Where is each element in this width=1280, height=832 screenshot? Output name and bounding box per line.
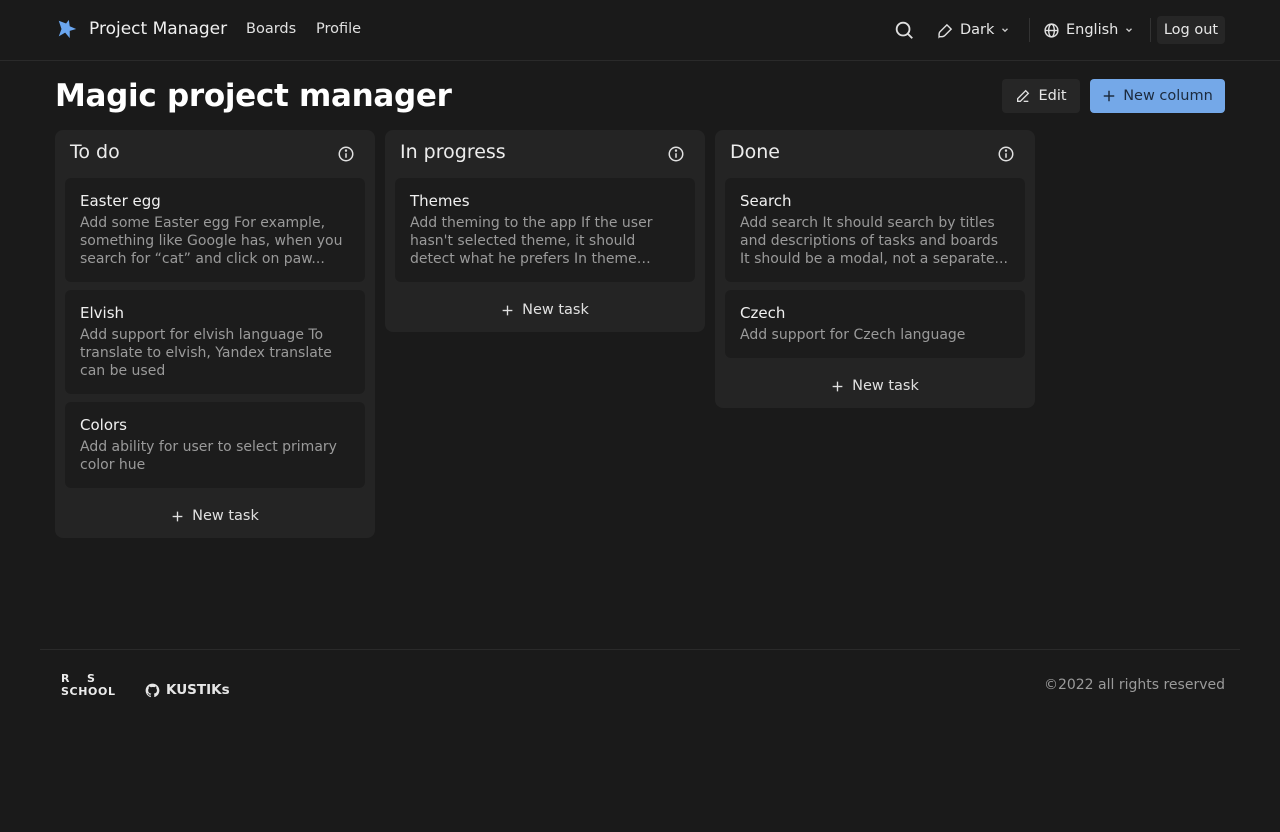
theme-select[interactable]: Dark bbox=[937, 16, 1010, 44]
pencil-icon bbox=[1017, 89, 1030, 102]
rs-school-logo[interactable]: R S SCHOOL bbox=[61, 672, 117, 698]
column-to-do: To do Easter egg Add some Easter egg For… bbox=[55, 130, 375, 538]
nav-boards-link[interactable]: Boards bbox=[246, 21, 296, 37]
footer-divider bbox=[40, 649, 1240, 650]
github-icon bbox=[145, 683, 160, 697]
svg-text:SCHOOL: SCHOOL bbox=[61, 685, 115, 698]
copyright-text: ©2022 all rights reserved bbox=[1043, 677, 1225, 693]
edit-board-button[interactable]: Edit bbox=[1002, 79, 1080, 113]
globe-icon bbox=[1044, 22, 1059, 38]
column-header: In progress bbox=[395, 130, 695, 178]
task-description: Add ability for user to select primary c… bbox=[80, 439, 337, 473]
plus-icon bbox=[172, 511, 183, 521]
language-select[interactable]: English bbox=[1043, 16, 1134, 44]
column-header: Done bbox=[725, 130, 1025, 178]
star-logo-icon[interactable] bbox=[56, 18, 78, 40]
svg-text:S: S bbox=[87, 672, 95, 685]
task-card[interactable]: Colors Add ability for user to select pr… bbox=[65, 402, 365, 488]
new-task-button[interactable]: New task bbox=[725, 364, 1025, 408]
column-title: To do bbox=[70, 141, 120, 163]
column-title: Done bbox=[730, 141, 780, 163]
info-icon[interactable] bbox=[337, 145, 355, 163]
info-icon[interactable] bbox=[667, 145, 685, 163]
nav-profile-link[interactable]: Profile bbox=[316, 21, 361, 37]
column-done: Done Search Add search It should search … bbox=[715, 130, 1035, 408]
github-label: KUSTIKs bbox=[166, 682, 230, 698]
chevron-down-icon bbox=[1002, 28, 1009, 33]
svg-text:R: R bbox=[61, 672, 70, 685]
column-title: In progress bbox=[400, 141, 506, 163]
task-card[interactable]: Czech Add support for Czech language bbox=[725, 290, 1025, 358]
column-in-progress: In progress Themes Add theming to the ap… bbox=[385, 130, 705, 332]
edit-label: Edit bbox=[1038, 88, 1067, 104]
logout-button[interactable]: Log out bbox=[1157, 16, 1225, 44]
new-column-label: New column bbox=[1123, 88, 1213, 104]
new-task-button[interactable]: New task bbox=[395, 288, 695, 332]
task-card[interactable]: Search Add search It should search by ti… bbox=[725, 178, 1025, 282]
task-card[interactable]: Easter egg Add some Easter egg For examp… bbox=[65, 178, 365, 282]
task-card[interactable]: Elvish Add support for elvish language T… bbox=[65, 290, 365, 394]
plus-icon bbox=[502, 305, 513, 315]
new-task-label: New task bbox=[522, 302, 589, 318]
task-description: Add theming to the app If the user hasn'… bbox=[410, 215, 653, 267]
theme-label: Dark bbox=[960, 22, 995, 38]
search-icon[interactable] bbox=[893, 19, 915, 41]
task-card[interactable]: Themes Add theming to the app If the use… bbox=[395, 178, 695, 282]
header-divider bbox=[1029, 18, 1030, 42]
task-description: Add support for elvish language To trans… bbox=[80, 327, 332, 379]
task-title: Elvish bbox=[80, 304, 125, 322]
task-description: Add support for Czech language bbox=[740, 327, 966, 343]
task-title: Themes bbox=[410, 192, 470, 210]
brush-icon bbox=[938, 23, 953, 39]
task-description: Add some Easter egg For example, somethi… bbox=[80, 215, 343, 267]
chevron-down-icon bbox=[1126, 28, 1133, 33]
new-task-button[interactable]: New task bbox=[65, 494, 365, 538]
task-description: Add search It should search by titles an… bbox=[740, 215, 1008, 267]
column-header: To do bbox=[65, 130, 365, 178]
app-title[interactable]: Project Manager bbox=[89, 19, 227, 39]
new-task-label: New task bbox=[192, 508, 259, 524]
top-header: Project Manager Boards Profile Dark Engl… bbox=[0, 0, 1280, 61]
new-column-button[interactable]: New column bbox=[1090, 79, 1225, 113]
task-title: Easter egg bbox=[80, 192, 161, 210]
github-link[interactable]: KUSTIKs bbox=[145, 682, 230, 698]
plus-icon bbox=[832, 381, 843, 391]
info-icon[interactable] bbox=[997, 145, 1015, 163]
task-title: Czech bbox=[740, 304, 786, 322]
language-label: English bbox=[1066, 22, 1119, 38]
board-title: Magic project manager bbox=[55, 78, 452, 114]
task-title: Colors bbox=[80, 416, 127, 434]
new-task-label: New task bbox=[852, 378, 919, 394]
plus-icon bbox=[1103, 90, 1115, 102]
header-divider bbox=[1150, 18, 1151, 42]
task-title: Search bbox=[740, 192, 792, 210]
